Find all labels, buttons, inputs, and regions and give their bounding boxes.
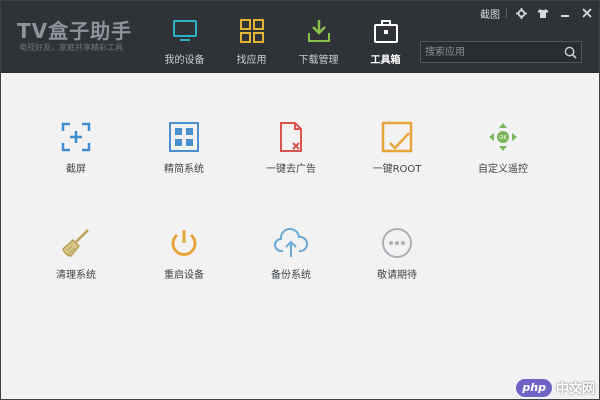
grid-icon bbox=[166, 119, 202, 155]
header-bar: TV盒子助手 电视好友，家庭共享精彩工具 我的设备 找应用 下载管理 工具箱 截… bbox=[1, 1, 599, 73]
tool-label: 截屏 bbox=[66, 164, 86, 175]
download-icon bbox=[305, 17, 333, 45]
tool-custom-remote[interactable]: OK 自定义遥控 bbox=[453, 119, 553, 189]
app-slogan: 电视好友，家庭共享精彩工具 bbox=[19, 43, 123, 52]
tool-label: 备份系统 bbox=[271, 270, 311, 281]
svg-text:OK: OK bbox=[499, 135, 507, 141]
power-icon bbox=[166, 225, 202, 261]
tool-clean-system[interactable]: 清理系统 bbox=[26, 225, 126, 295]
screenshot-icon bbox=[58, 119, 94, 155]
screenshot-button[interactable]: 截图 bbox=[480, 5, 500, 21]
tool-one-click-root[interactable]: 一键ROOT bbox=[347, 119, 447, 189]
minimize-icon[interactable] bbox=[557, 5, 573, 21]
tab-download-manager[interactable]: 下载管理 bbox=[285, 1, 352, 73]
tab-label: 找应用 bbox=[236, 55, 267, 66]
tool-label: 一键去广告 bbox=[266, 164, 316, 175]
watermark-badge: php bbox=[516, 378, 552, 397]
app-grid-icon bbox=[238, 17, 266, 45]
main-nav: 我的设备 找应用 下载管理 工具箱 bbox=[151, 1, 419, 73]
toolbox-icon bbox=[372, 17, 400, 45]
tool-backup-system[interactable]: 备份系统 bbox=[241, 225, 341, 295]
tab-toolbox[interactable]: 工具箱 bbox=[352, 1, 419, 73]
close-icon[interactable] bbox=[579, 5, 595, 21]
tab-my-devices[interactable]: 我的设备 bbox=[151, 1, 218, 73]
tab-label: 我的设备 bbox=[164, 55, 205, 66]
tool-label: 精简系统 bbox=[164, 164, 204, 175]
search-icon[interactable] bbox=[559, 42, 581, 62]
toolbox-grid: 截屏 精简系统 一键去广告 一键ROOT OK 自定义遥控 清理系统 重启设备 … bbox=[1, 73, 599, 399]
gear-icon[interactable] bbox=[513, 5, 529, 21]
tool-label: 自定义遥控 bbox=[478, 164, 528, 175]
search-box bbox=[420, 41, 582, 63]
remote-icon: OK bbox=[485, 119, 521, 155]
tool-label: 一键ROOT bbox=[372, 164, 422, 175]
more-icon bbox=[379, 225, 415, 261]
window-controls: 截图 bbox=[474, 5, 595, 21]
tab-label: 下载管理 bbox=[298, 55, 339, 66]
broom-icon bbox=[58, 225, 94, 261]
monitor-icon bbox=[171, 17, 199, 45]
app-logo: TV盒子助手 bbox=[17, 19, 133, 43]
search-input[interactable] bbox=[421, 42, 559, 62]
tool-coming-soon[interactable]: 敬请期待 bbox=[347, 225, 447, 295]
root-check-icon bbox=[379, 119, 415, 155]
tool-label: 重启设备 bbox=[164, 270, 204, 281]
tool-reboot-device[interactable]: 重启设备 bbox=[134, 225, 234, 295]
app-window: TV盒子助手 电视好友，家庭共享精彩工具 我的设备 找应用 下载管理 工具箱 截… bbox=[0, 0, 600, 400]
tool-screenshot[interactable]: 截屏 bbox=[26, 119, 126, 189]
tool-slim-system[interactable]: 精简系统 bbox=[134, 119, 234, 189]
cloud-upload-icon bbox=[273, 225, 309, 261]
tool-label: 清理系统 bbox=[56, 270, 96, 281]
tab-find-apps[interactable]: 找应用 bbox=[218, 1, 285, 73]
remove-ad-icon bbox=[273, 119, 309, 155]
watermark: php 中文网 bbox=[516, 378, 595, 397]
tab-label: 工具箱 bbox=[370, 55, 401, 66]
watermark-text: 中文网 bbox=[555, 382, 595, 397]
tool-label: 敬请期待 bbox=[377, 270, 417, 281]
divider bbox=[506, 8, 507, 18]
tool-remove-ads[interactable]: 一键去广告 bbox=[241, 119, 341, 189]
shirt-icon[interactable] bbox=[535, 5, 551, 21]
